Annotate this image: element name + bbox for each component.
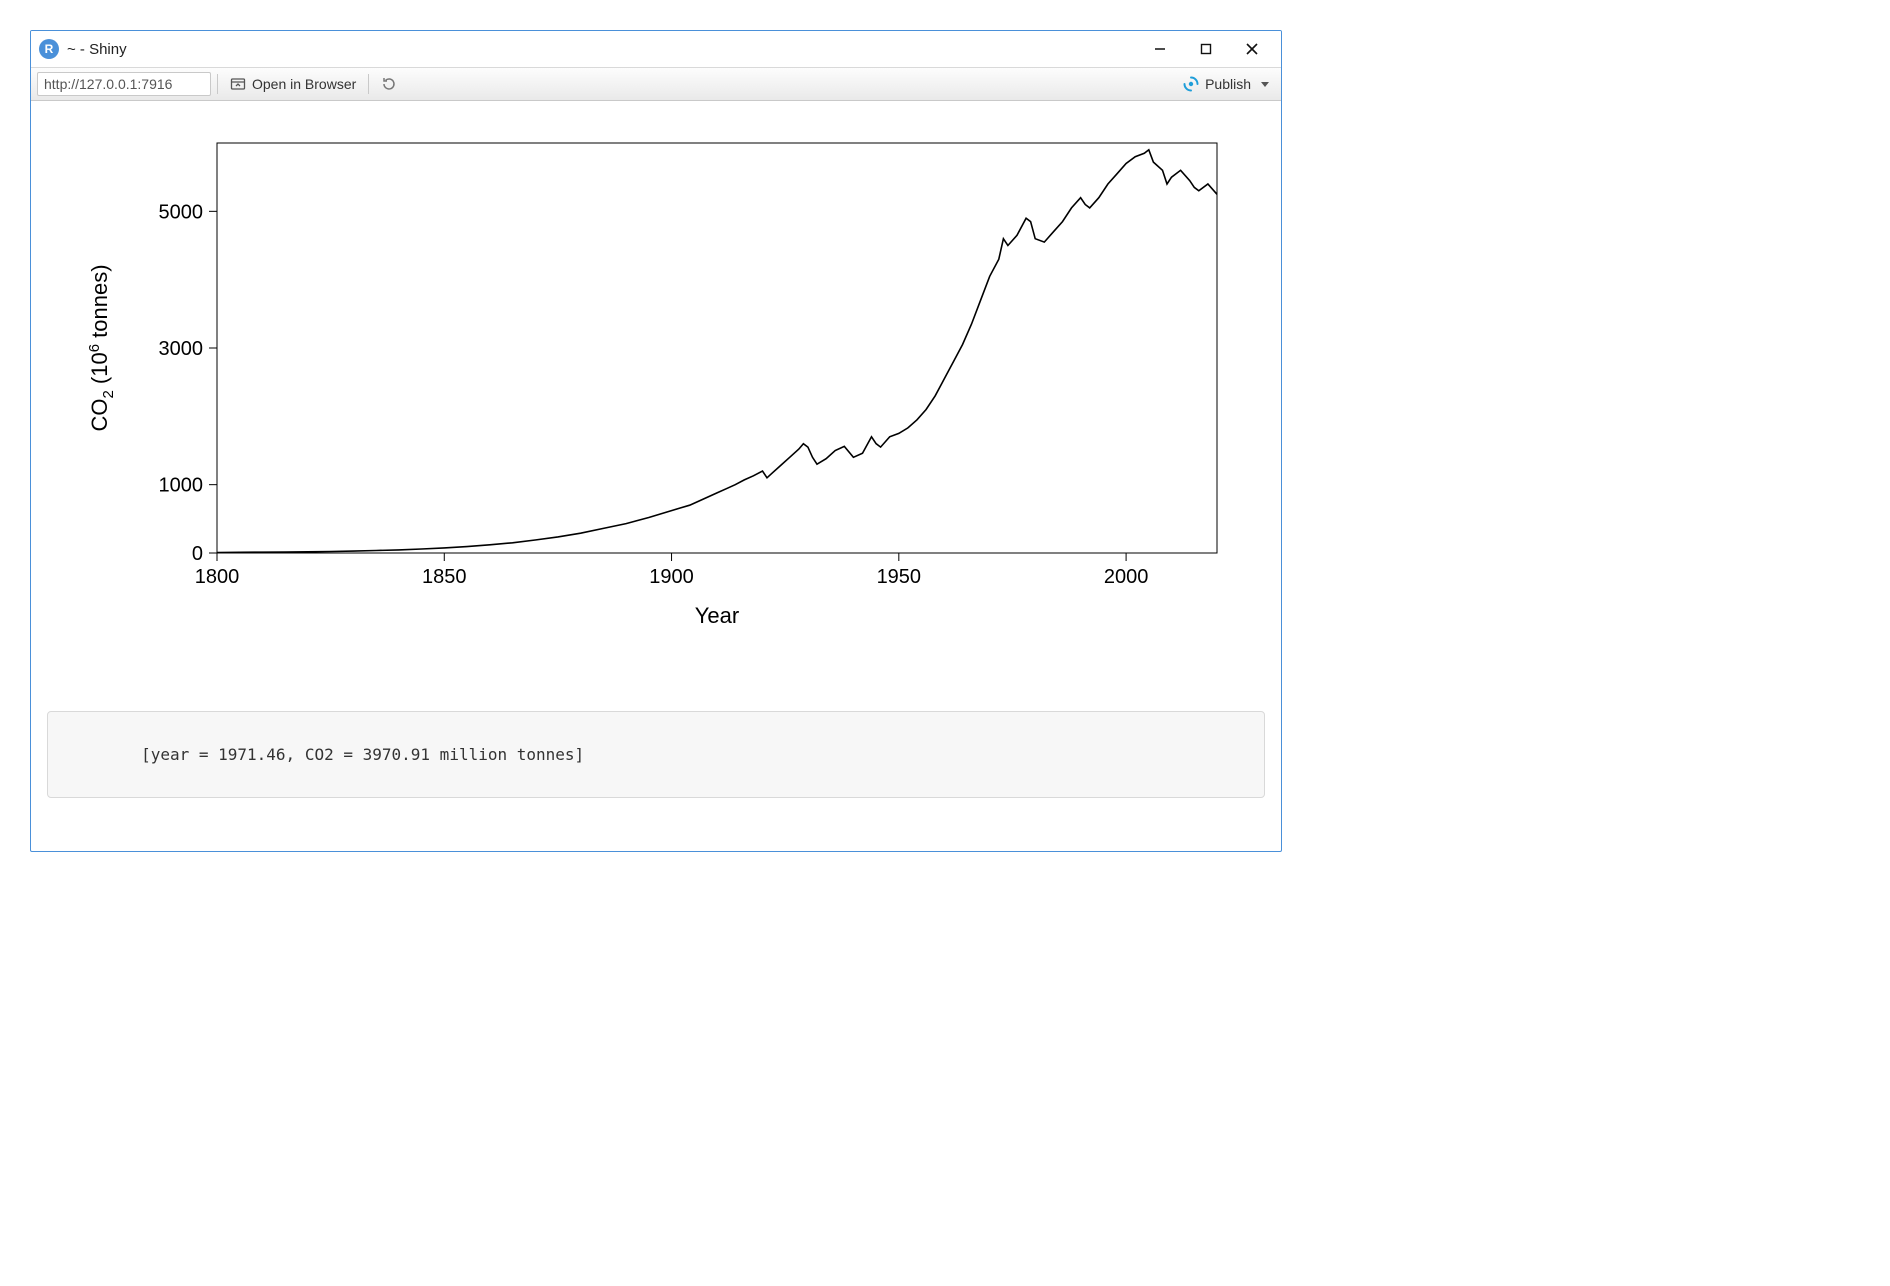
svg-text:5000: 5000 [159,201,204,223]
open-in-browser-icon [230,76,246,92]
maximize-button[interactable] [1183,34,1229,64]
reload-button[interactable] [375,72,403,96]
close-icon [1245,42,1259,56]
minimize-icon [1154,43,1166,55]
chevron-down-icon [1261,82,1269,87]
toolbar-separator [368,74,369,94]
hover-info-text: [year = 1971.46, CO2 = 3970.91 million t… [141,745,584,764]
svg-text:2000: 2000 [1104,566,1149,588]
svg-text:1950: 1950 [877,566,922,588]
hover-info-output: [year = 1971.46, CO2 = 3970.91 million t… [47,711,1265,798]
app-icon-letter: R [45,42,54,56]
close-button[interactable] [1229,34,1275,64]
open-in-browser-label: Open in Browser [252,76,356,92]
reload-icon [381,76,397,92]
toolbar-separator [217,74,218,94]
publish-button[interactable]: Publish [1177,72,1275,96]
svg-text:1900: 1900 [649,566,694,588]
maximize-icon [1200,43,1212,55]
titlebar: R ~ - Shiny [31,31,1281,68]
rstudio-app-icon: R [39,39,59,59]
minimize-button[interactable] [1137,34,1183,64]
svg-text:1000: 1000 [159,475,204,497]
svg-text:Year: Year [695,603,739,628]
svg-text:CO2 (106 tonnes): CO2 (106 tonnes) [86,264,117,431]
publish-icon [1183,76,1199,92]
toolbar: http://127.0.0.1:7916 Open in Browser [31,68,1281,101]
plot-output[interactable]: 1800 1850 1900 1950 2000 0 1000 3000 5000 Year CO2… [47,113,1265,693]
window-title: ~ - Shiny [67,41,127,58]
url-input[interactable]: http://127.0.0.1:7916 [37,72,211,96]
svg-text:3000: 3000 [159,338,204,360]
content-area: 1800 1850 1900 1950 2000 0 1000 3000 5000 Year CO2… [31,101,1281,851]
publish-label: Publish [1205,76,1251,92]
shiny-window: R ~ - Shiny http://127.0.0.1:7916 [30,30,1282,852]
open-in-browser-button[interactable]: Open in Browser [224,72,362,96]
co2-line-chart: 1800 1850 1900 1950 2000 0 1000 3000 5000 Year CO2… [47,113,1265,693]
svg-text:1850: 1850 [422,566,467,588]
url-text: http://127.0.0.1:7916 [44,76,172,92]
svg-text:0: 0 [192,543,203,565]
svg-text:1800: 1800 [195,566,240,588]
